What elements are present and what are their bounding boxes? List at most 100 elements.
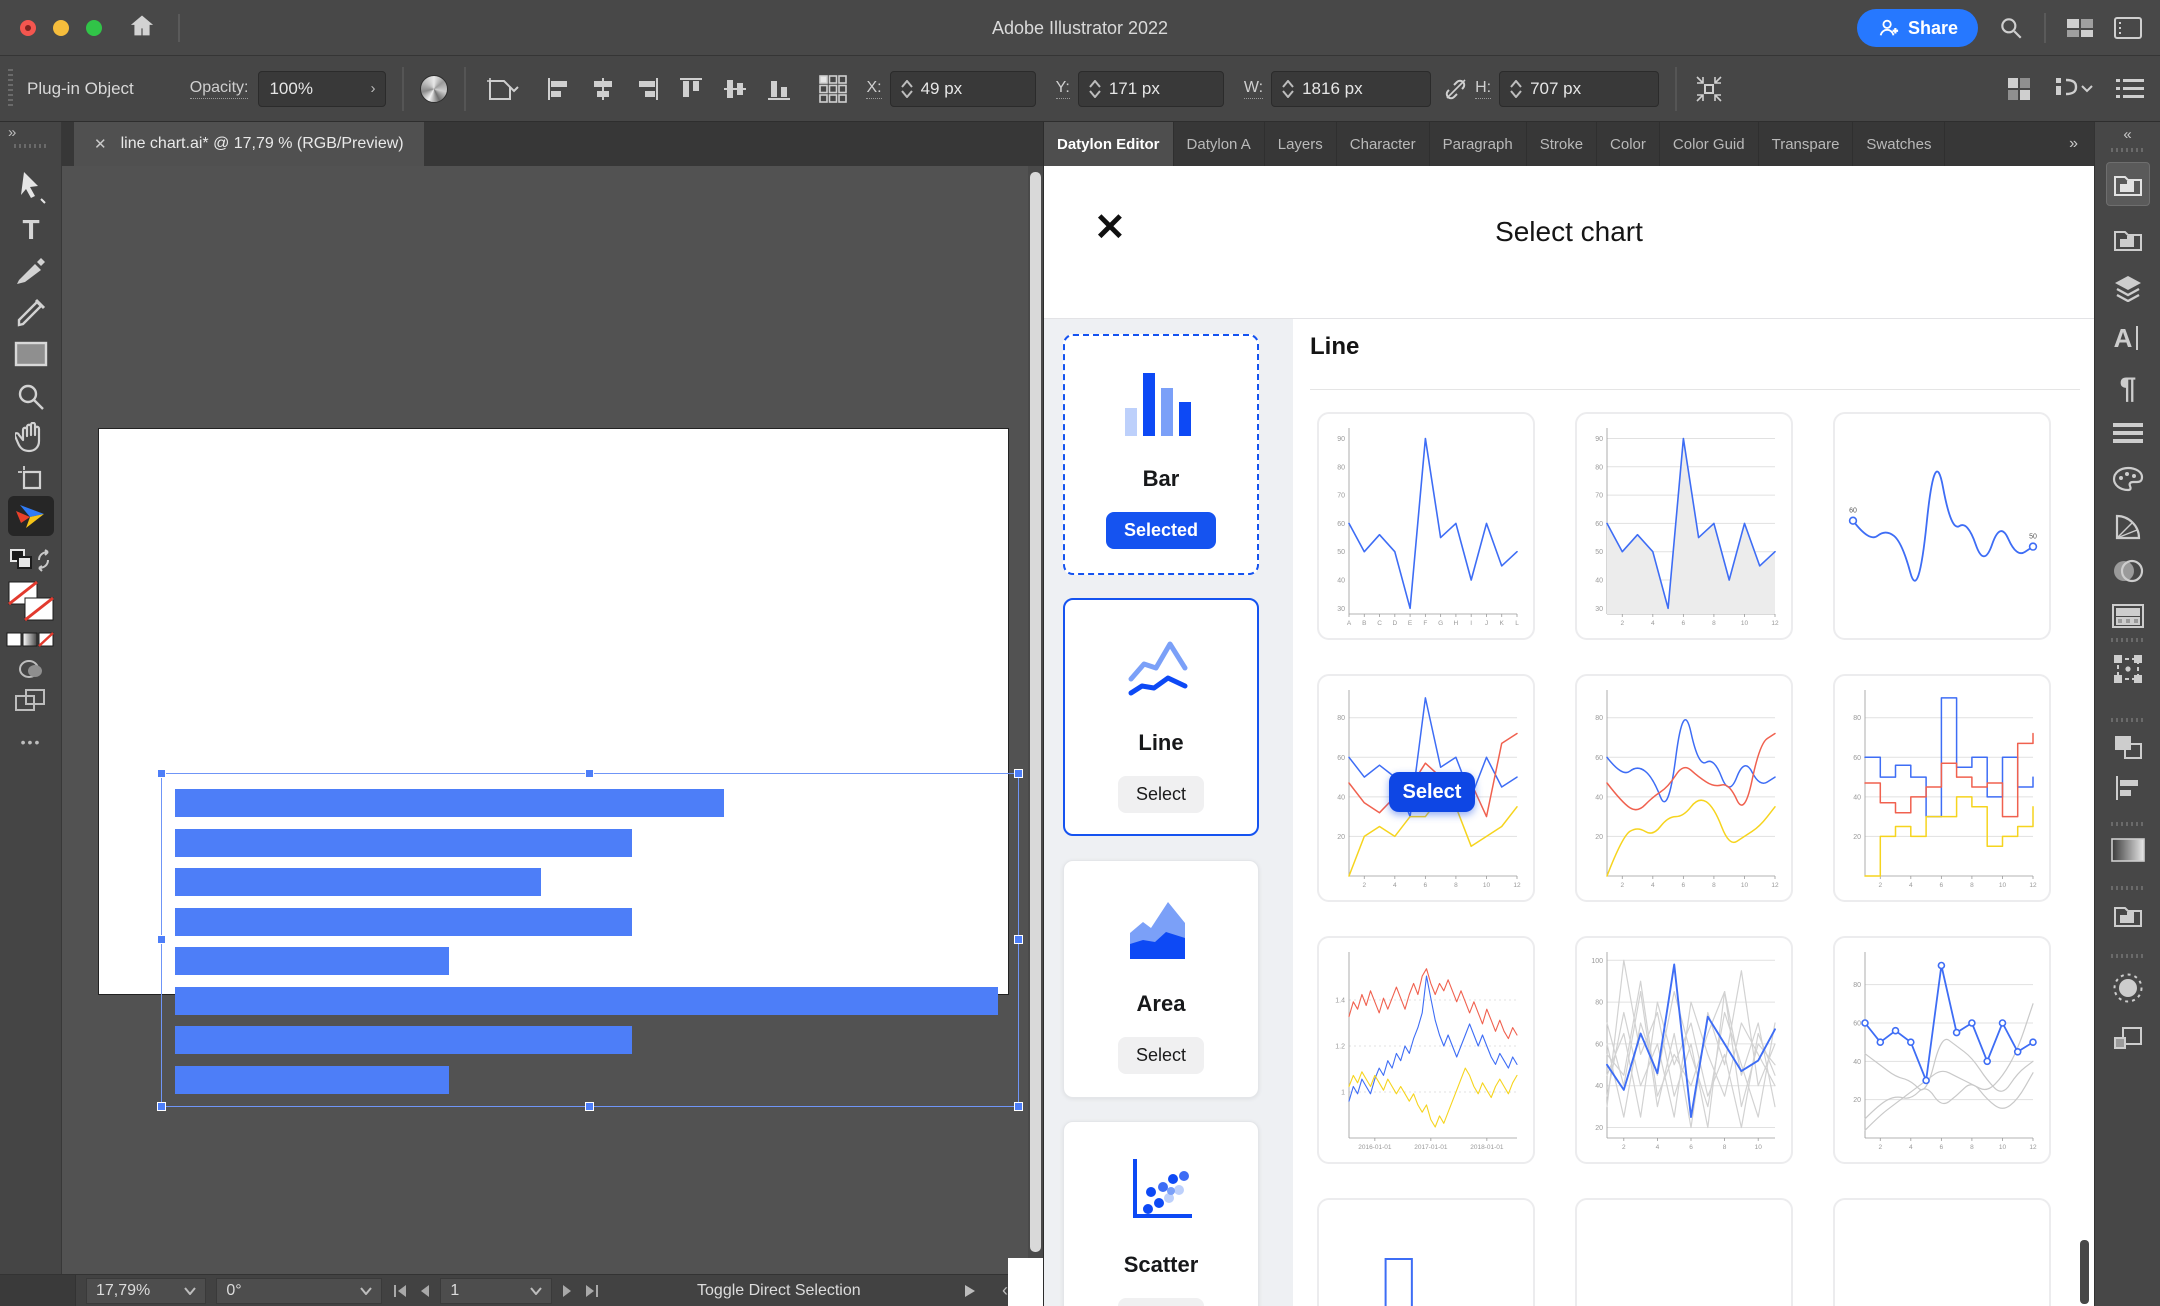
w-field[interactable]: 1816 px (1271, 71, 1431, 107)
chart-thumbnail-multi-smooth[interactable]: 2040608024681012 (1575, 674, 1793, 902)
stepper-icon[interactable] (1510, 80, 1522, 98)
rotation-dropdown[interactable]: 0° (216, 1278, 382, 1304)
panel-tabs-overflow-icon[interactable]: » (2055, 135, 2094, 153)
bar-row[interactable] (175, 829, 632, 857)
align-vcenter-icon[interactable] (722, 76, 748, 102)
reference-point-icon[interactable] (818, 74, 848, 104)
document-setup-icon[interactable] (2054, 76, 2094, 102)
swatches-panel-icon[interactable] (2095, 604, 2160, 628)
color-panel-icon[interactable] (2095, 466, 2160, 492)
align-panel-icon[interactable] (2095, 774, 2160, 802)
gradient-panel-icon[interactable] (2095, 838, 2160, 862)
opacity-label[interactable]: Opacity: (190, 79, 249, 99)
chart-thumbnail-partial-blank[interactable] (1833, 1198, 2051, 1306)
stepper-icon[interactable] (1089, 80, 1101, 98)
align-right-icon[interactable] (634, 76, 660, 102)
eyedropper-tool[interactable] (0, 298, 62, 328)
selection-handle[interactable] (585, 769, 594, 778)
rectangle-tool[interactable] (0, 340, 62, 368)
bar-row[interactable] (175, 908, 632, 936)
zoom-level-dropdown[interactable]: 17,79% (86, 1278, 206, 1304)
next-artboard-icon[interactable] (562, 1284, 574, 1298)
recolor-artwork-icon[interactable] (420, 75, 448, 103)
shape-mode-icon[interactable] (0, 658, 62, 680)
stepper-icon[interactable] (1282, 80, 1294, 98)
panel-tab[interactable]: Stroke (1527, 122, 1597, 166)
panel-tab[interactable]: Paragraph (1430, 122, 1527, 166)
panel-tab[interactable]: Character (1337, 122, 1430, 166)
zoom-tool[interactable] (0, 382, 62, 412)
datylon-plugin-tool[interactable] (0, 496, 62, 536)
selection-handle[interactable] (157, 935, 166, 944)
chart-type-card-scatter[interactable]: Scatter Select (1063, 1121, 1259, 1306)
stroke-panel-icon[interactable] (2095, 422, 2160, 444)
fill-stroke-swap-icon[interactable] (0, 548, 62, 574)
first-artboard-icon[interactable] (392, 1284, 408, 1298)
pen-tool[interactable] (0, 256, 62, 286)
collapse-status-icon[interactable]: ‹ (1002, 1280, 1008, 1301)
align-bottom-icon[interactable] (766, 76, 792, 102)
bar-row[interactable] (175, 947, 449, 975)
grid-arrange-icon[interactable] (2006, 76, 2032, 102)
swatch-row[interactable] (0, 632, 62, 648)
opacity-field[interactable]: 100% › (258, 71, 386, 107)
panel-tab[interactable]: Color (1597, 122, 1660, 166)
document-tab[interactable]: ✕ line chart.ai* @ 17,79 % (RGB/Preview) (74, 122, 424, 166)
last-artboard-icon[interactable] (584, 1284, 600, 1298)
workspace-switcher-icon[interactable] (2066, 16, 2094, 40)
artboard[interactable] (98, 428, 1009, 995)
close-document-icon[interactable]: ✕ (94, 135, 107, 153)
datylon-assets-panel-icon[interactable] (2095, 226, 2160, 252)
bar-row[interactable] (175, 789, 724, 817)
hand-tool[interactable] (0, 422, 62, 454)
chart-type-card-area[interactable]: Area Select (1063, 860, 1259, 1098)
bar-row[interactable] (175, 1026, 632, 1054)
chart-type-action-button[interactable]: Select (1118, 776, 1204, 813)
collapse-dock-icon[interactable]: « (2095, 126, 2160, 143)
align-top-icon[interactable] (678, 76, 704, 102)
search-icon[interactable] (1998, 15, 2024, 41)
selection-tool[interactable] (0, 170, 62, 204)
panel-tab[interactable]: Color Guid (1660, 122, 1759, 166)
panel-tab[interactable]: Transpare (1759, 122, 1854, 166)
pathfinder-panel-icon[interactable] (2095, 734, 2160, 760)
chart-thumbnail-multi-step[interactable]: 2040608024681012 (1833, 674, 2051, 902)
link-dimensions-icon[interactable] (1443, 76, 1469, 102)
chart-thumbnail-spaghetti[interactable]: 20406080100246810 (1575, 936, 1793, 1164)
opacity-expand-icon[interactable]: › (370, 80, 375, 97)
panel-layout-icon[interactable] (2114, 17, 2142, 39)
artboards-panel-icon[interactable] (2095, 1024, 2160, 1052)
panel-tab[interactable]: Layers (1265, 122, 1337, 166)
selection-handle[interactable] (1014, 769, 1023, 778)
play-status-icon[interactable] (964, 1284, 976, 1298)
fill-none-swatch[interactable] (0, 580, 62, 622)
dock-grip[interactable] (2095, 148, 2160, 152)
chart-type-action-button[interactable]: Select (1118, 1037, 1204, 1074)
align-center-icon[interactable] (590, 76, 616, 102)
scrollbar-thumb[interactable] (1030, 172, 1041, 1252)
chart-thumbnail-line-filled[interactable]: 3040506070809024681012 (1575, 412, 1793, 640)
dock-grip[interactable] (2095, 638, 2160, 642)
selection-handle[interactable] (157, 769, 166, 778)
chart-thumbnail-multi-line[interactable]: 2040608024681012 Select (1317, 674, 1535, 902)
dialog-scrollbar-thumb[interactable] (2080, 1240, 2089, 1304)
panel-tab[interactable]: Datylon A (1174, 122, 1265, 166)
preferences-list-icon[interactable] (2116, 77, 2144, 101)
share-button[interactable]: Share (1857, 9, 1978, 47)
paragraph-panel-icon[interactable]: ¶ (2095, 372, 2160, 406)
selection-handle[interactable] (1014, 935, 1023, 944)
appearance-panel-icon[interactable] (2095, 902, 2160, 928)
bar-row[interactable] (175, 1066, 449, 1094)
chart-thumbnail-line-smooth-endpoints[interactable]: 6050 (1833, 412, 2051, 640)
transparency-panel-icon[interactable] (2095, 558, 2160, 584)
y-field[interactable]: 171 px (1078, 71, 1224, 107)
toolstrip-grip[interactable] (0, 144, 62, 148)
previous-artboard-icon[interactable] (418, 1284, 430, 1298)
dock-grip[interactable] (2095, 886, 2160, 890)
stepper-icon[interactable] (901, 80, 913, 98)
dock-grip[interactable] (2095, 954, 2160, 958)
x-field[interactable]: 49 px (890, 71, 1036, 107)
bar-row[interactable] (175, 868, 541, 896)
chart-thumbnail-line-basic[interactable]: 30405060708090ABCDEFGHIJKL (1317, 412, 1535, 640)
dock-grip[interactable] (2095, 822, 2160, 826)
